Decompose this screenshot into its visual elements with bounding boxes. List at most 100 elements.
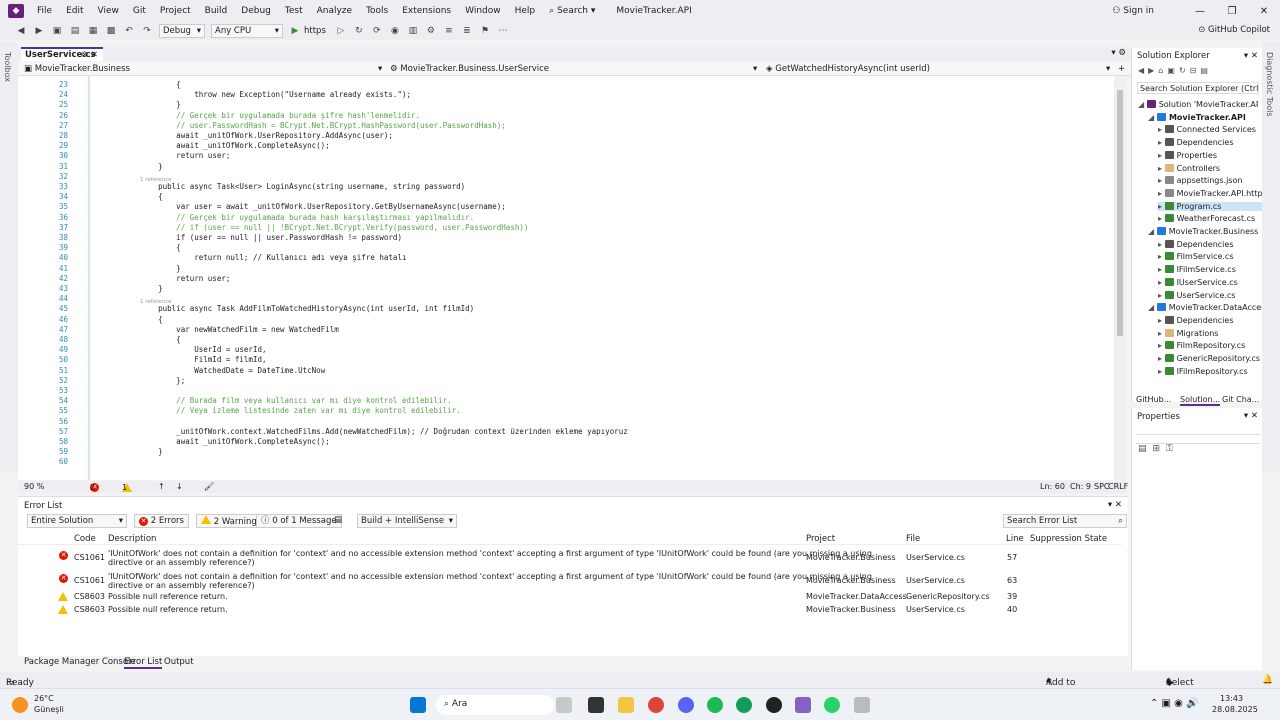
code-line[interactable]: public async Task AddFilmToWatchedHistor…	[122, 304, 474, 313]
table-row[interactable]: CS8603 Possible null reference return. M…	[18, 591, 1122, 603]
code-line[interactable]: // Gerçek bir uygulamada burada hash kar…	[122, 213, 474, 222]
menu-edit[interactable]: Edit	[59, 6, 90, 16]
weather-icon[interactable]	[12, 697, 28, 713]
visual-studio-icon[interactable]	[795, 697, 811, 713]
column-project[interactable]: Project	[806, 534, 835, 544]
errors-filter-button[interactable]: ✕ 2 Errors	[134, 514, 189, 528]
code-line[interactable]: await _unitOfWork.CompleteAsync();	[122, 437, 330, 446]
error-list-search-input[interactable]: Search Error List ⌕	[1003, 514, 1127, 528]
solution-tree-item[interactable]: ▸ IFilmRepository.cs	[1158, 366, 1278, 376]
tree-expander-icon[interactable]: ▸	[1158, 329, 1165, 338]
code-line[interactable]: }	[122, 100, 181, 109]
tree-expander-icon[interactable]: ▸	[1158, 125, 1165, 134]
code-cleanup-icon[interactable]: 🖌	[204, 482, 214, 491]
code-line[interactable]: {	[122, 192, 163, 201]
tab-github[interactable]: GitHub...	[1136, 395, 1171, 404]
solution-tree-item[interactable]: ▸ Controllers	[1158, 163, 1278, 173]
tree-expander-icon[interactable]: ▸	[1158, 278, 1165, 287]
tree-expander-icon[interactable]: ◢	[1148, 227, 1157, 236]
solution-tree-item[interactable]: ▸ GenericRepository.cs	[1158, 354, 1278, 363]
codelens-reference[interactable]: 1 reference	[140, 299, 172, 305]
tree-expander-icon[interactable]: ▸	[1158, 202, 1165, 211]
github-desktop-icon[interactable]	[766, 697, 782, 713]
chrome-profile-icon[interactable]	[736, 697, 752, 713]
scope-select[interactable]: Entire Solution ▾	[27, 514, 127, 528]
file-explorer-icon[interactable]	[618, 697, 634, 713]
solution-tree-item[interactable]: ◢ MovieTracker.Business	[1148, 227, 1268, 236]
class-nav-dropdown[interactable]: ⚙ MovieTracker.Business.UserService	[390, 64, 549, 74]
solution-tree-item[interactable]: ▸ Dependencies	[1158, 239, 1278, 249]
code-line[interactable]: {	[122, 80, 181, 89]
snipping-tool-icon[interactable]	[854, 697, 870, 713]
code-line[interactable]: {	[122, 335, 181, 344]
nav-dropdown-chevron-icon[interactable]: ▾	[753, 64, 757, 74]
column-code[interactable]: Code	[74, 534, 96, 544]
global-search-button[interactable]: ⌕ Search ▾	[542, 6, 602, 16]
settings-icon[interactable]: ⚙	[425, 26, 437, 37]
code-line[interactable]: }	[122, 447, 163, 456]
undo-icon[interactable]: ↶	[123, 26, 135, 37]
platform-select[interactable]: Any CPU ▾	[211, 24, 283, 38]
diagnostic-tools-tab[interactable]: Diagnostic Tools	[1265, 52, 1274, 117]
column-file[interactable]: File	[906, 534, 920, 544]
table-row[interactable]: ✕ CS1061 'IUnitOfWork' does not contain …	[18, 549, 1122, 571]
close-icon[interactable]: ⊗ ✕	[81, 50, 98, 60]
redo-icon[interactable]: ↷	[141, 26, 153, 37]
tab-package-manager-console[interactable]: Package Manager Console	[24, 657, 136, 667]
code-line[interactable]: }	[122, 284, 163, 293]
hot-reload-icon[interactable]: ⟳	[371, 26, 383, 37]
code-line[interactable]: await _unitOfWork.CompleteAsync();	[122, 141, 330, 150]
menu-project[interactable]: Project	[153, 6, 198, 16]
filter-icon[interactable]: ▤	[334, 515, 342, 525]
solution-tree-item[interactable]: ◢ Solution 'MovieTracker.API'	[1138, 100, 1258, 109]
code-line[interactable]: UserId = userId,	[122, 345, 266, 354]
task-view-icon[interactable]	[588, 697, 604, 713]
editor-vertical-scrollbar[interactable]	[1114, 76, 1126, 480]
code-editor[interactable]: 23 24 25 26 27 28 29 30 31 32 33 34 35 36 37 38 39 40 41 42…	[18, 76, 1126, 480]
solution-tree-item[interactable]: ▸ MovieTracker.API.http	[1158, 188, 1278, 198]
menu-git[interactable]: Git	[126, 6, 153, 16]
tree-expander-icon[interactable]: ▸	[1158, 176, 1165, 185]
close-button[interactable]: ✕	[1248, 6, 1280, 17]
build-source-select[interactable]: Build + IntelliSense ▾	[357, 514, 457, 528]
messages-filter-button[interactable]: ⓘ 0 of 1 Message	[256, 514, 342, 528]
code-line[interactable]: var user = await _unitOfWork.UserReposit…	[122, 202, 506, 211]
tab-solution-explorer[interactable]: Solution...	[1180, 395, 1221, 406]
taskbar-search[interactable]: ⌕ Ara	[436, 695, 554, 715]
tree-expander-icon[interactable]: ▸	[1158, 240, 1165, 249]
tree-expander-icon[interactable]: ▸	[1158, 265, 1165, 274]
solution-tree-item[interactable]: ◢ MovieTracker.API	[1148, 112, 1268, 122]
previous-issue-icon[interactable]: ↓	[176, 482, 183, 491]
code-line[interactable]: // Gerçek bir uygulamada burada şifre ha…	[122, 111, 420, 120]
tree-expander-icon[interactable]: ▸	[1158, 151, 1165, 160]
code-line[interactable]: WatchedDate = DateTime.UtcNow	[122, 366, 325, 375]
tree-expander-icon[interactable]: ▸	[1158, 252, 1165, 261]
code-line[interactable]: var newWatchedFilm = new WatchedFilm	[122, 325, 339, 334]
solution-tree-item[interactable]: ▸ Program.cs	[1158, 201, 1278, 211]
solution-tree-item[interactable]: ▸ Dependencies	[1158, 138, 1278, 147]
menu-debug[interactable]: Debug	[234, 6, 278, 16]
start-without-debug-icon[interactable]: ▷	[335, 26, 347, 37]
menu-help[interactable]: Help	[508, 6, 543, 16]
split-editor-icon[interactable]: +	[1118, 64, 1125, 74]
widgets-icon[interactable]	[556, 697, 572, 713]
browser-link-icon[interactable]: ◉	[389, 26, 401, 37]
select-repository-button[interactable]: ◆ Select Repository ▴	[1166, 675, 1214, 698]
menu-window[interactable]: Window	[458, 6, 508, 16]
tree-expander-icon[interactable]: ▸	[1158, 354, 1165, 363]
solution-tree-item[interactable]: ▸ IFilmService.cs	[1158, 265, 1278, 274]
solution-tree-item[interactable]: ▸ FilmService.cs	[1158, 252, 1278, 261]
code-line[interactable]: {	[122, 243, 181, 252]
menu-view[interactable]: View	[91, 6, 126, 16]
code-line[interactable]: if (user == null || user.PasswordHash !=…	[122, 233, 402, 242]
tab-overflow-icon[interactable]: ▾ ⚙	[1111, 48, 1126, 58]
tree-expander-icon[interactable]: ◢	[1148, 113, 1157, 122]
tab-error-list[interactable]: Error List	[124, 657, 163, 669]
tree-expander-icon[interactable]: ▸	[1158, 189, 1165, 198]
comment-icon[interactable]: ≡	[443, 26, 455, 37]
code-line[interactable]: // Burada film veya kullanıcı var mı diy…	[122, 396, 451, 405]
github-copilot-button[interactable]: ⊙ GitHub Copilot	[1198, 25, 1270, 35]
tab-git-changes[interactable]: Git Cha...	[1222, 395, 1259, 404]
solution-tree-item[interactable]: ▸ appsettings.json	[1158, 176, 1278, 185]
code-line[interactable]: // Veya izleme listesinde zaten var mı d…	[122, 406, 460, 415]
